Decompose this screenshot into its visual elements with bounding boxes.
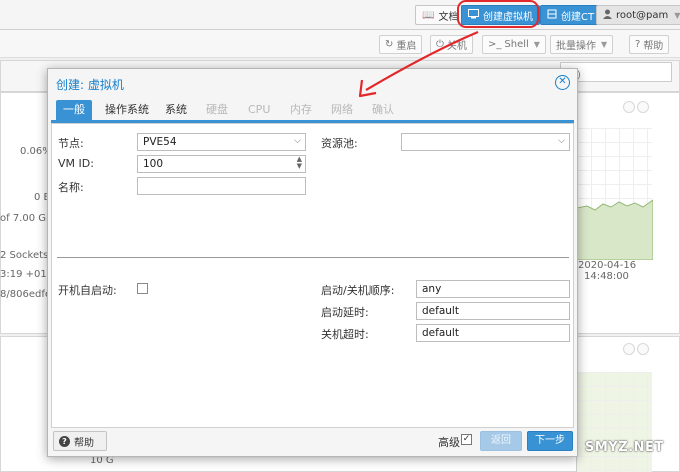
name-label: 名称: bbox=[58, 181, 84, 194]
cpu-chart-area bbox=[576, 199, 654, 261]
chart-time-text: 14:48:00 bbox=[584, 271, 629, 282]
back-button[interactable]: 返回 bbox=[480, 431, 522, 451]
boot-order-value: any bbox=[422, 283, 442, 295]
user-icon bbox=[603, 9, 612, 22]
help-icon: ? bbox=[635, 39, 641, 50]
shell-button[interactable]: >_ Shell ▼ bbox=[482, 35, 546, 54]
name-input[interactable] bbox=[137, 177, 306, 195]
section-divider bbox=[57, 257, 569, 258]
vmid-label: VM ID: bbox=[58, 157, 94, 170]
shutdown-label: 关机 bbox=[446, 41, 467, 52]
vmid-value: 100 bbox=[143, 158, 164, 170]
tab-disk: 硬盘 bbox=[206, 103, 228, 116]
chevron-down-icon: ⌵ bbox=[558, 136, 565, 146]
startup-delay-input[interactable]: default bbox=[416, 302, 570, 320]
node-toolbar: ↻ 重启 ⏻ 关机 >_ Shell ▼ 批量操作 ▼ ? 帮助 bbox=[0, 30, 680, 58]
memory-chart-grid bbox=[576, 372, 652, 472]
autostart-checkbox[interactable] bbox=[137, 283, 148, 294]
general-form: 节点: PVE54 ⌵ VM ID: 100 ▲ ▼ 名称: 资源池: ⌵ 开机自… bbox=[51, 123, 574, 428]
terminal-icon: >_ bbox=[488, 39, 502, 50]
advanced-label: 高级 bbox=[438, 436, 460, 449]
autostart-label: 开机自启动: bbox=[58, 284, 117, 297]
dialog-tabs: 一般 操作系统 系统 硬盘 CPU 内存 网络 确认 bbox=[48, 97, 577, 121]
tab-general[interactable]: 一般 bbox=[56, 100, 92, 120]
shutdown-timeout-input[interactable]: default bbox=[416, 324, 570, 342]
spinner-icon[interactable]: ▲ ▼ bbox=[297, 156, 302, 170]
startup-delay-value: default bbox=[422, 305, 459, 317]
dialog-help-button[interactable]: ? 帮助 bbox=[53, 431, 107, 451]
book-icon: 📖 bbox=[422, 9, 435, 21]
pool-label: 资源池: bbox=[321, 137, 358, 150]
bulk-actions-button[interactable]: 批量操作 ▼ bbox=[550, 35, 614, 54]
shutdown-button[interactable]: ⏻ 关机 bbox=[430, 35, 473, 54]
pool-select[interactable]: ⌵ bbox=[401, 133, 570, 151]
chevron-down-icon: ▼ bbox=[674, 10, 680, 20]
bulk-label: 批量操作 bbox=[556, 41, 596, 52]
create-vm-dialog: 创建: 虚拟机 ✕ 一般 操作系统 系统 硬盘 CPU 内存 网络 确认 节点:… bbox=[47, 68, 578, 457]
tab-confirm: 确认 bbox=[372, 103, 394, 116]
dialog-help-label: 帮助 bbox=[74, 437, 94, 449]
chart-date-text: 2020-04-16 bbox=[578, 260, 637, 271]
restart-button[interactable]: ↻ 重启 bbox=[379, 35, 423, 54]
close-icon[interactable]: ✕ bbox=[555, 75, 570, 90]
power-icon: ⏻ bbox=[436, 39, 444, 50]
chart-zoom-icon[interactable] bbox=[623, 101, 635, 113]
docs-label: 文档 bbox=[438, 11, 459, 23]
node-select[interactable]: PVE54 ⌵ bbox=[137, 133, 306, 151]
cube-icon bbox=[547, 9, 557, 22]
help-label: 帮助 bbox=[643, 41, 664, 52]
chart-undo-icon[interactable] bbox=[637, 101, 649, 113]
cpu-chart-grid bbox=[576, 128, 654, 261]
tab-memory: 内存 bbox=[290, 103, 312, 116]
user-label: root@pam bbox=[616, 9, 669, 21]
create-ct-button[interactable]: 创建CT bbox=[540, 5, 602, 25]
boot-order-input[interactable]: any bbox=[416, 280, 570, 298]
top-header: 📖 文档 创建虚拟机 创建CT root@pam ▼ bbox=[0, 0, 680, 30]
chevron-down-icon: ▼ bbox=[533, 40, 540, 49]
chart-undo-icon[interactable] bbox=[637, 343, 649, 355]
next-button[interactable]: 下一步 bbox=[527, 431, 573, 451]
shell-label: Shell bbox=[504, 39, 529, 50]
startup-delay-label: 启动延时: bbox=[321, 306, 369, 319]
watermark-text: SMYZ.NET bbox=[585, 440, 664, 455]
tab-network: 网络 bbox=[331, 103, 353, 116]
shutdown-timeout-label: 关机超时: bbox=[321, 328, 369, 341]
chart-zoom-icon[interactable] bbox=[623, 343, 635, 355]
chevron-down-icon: ▼ bbox=[601, 40, 608, 49]
vmid-spinner[interactable]: 100 ▲ ▼ bbox=[137, 155, 306, 173]
dialog-title: 创建: 虚拟机 bbox=[56, 78, 124, 92]
restart-icon: ↻ bbox=[385, 39, 394, 50]
boot-order-label: 启动/关机顺序: bbox=[321, 284, 395, 297]
node-label: 节点: bbox=[58, 137, 84, 150]
tab-system[interactable]: 系统 bbox=[160, 100, 192, 120]
restart-label: 重启 bbox=[396, 41, 417, 52]
tab-cpu: CPU bbox=[248, 103, 271, 116]
node-value: PVE54 bbox=[143, 136, 177, 148]
help-icon: ? bbox=[59, 435, 70, 447]
dialog-header: 创建: 虚拟机 ✕ bbox=[48, 69, 577, 97]
user-menu-button[interactable]: root@pam ▼ bbox=[596, 5, 680, 25]
shutdown-timeout-value: default bbox=[422, 327, 459, 339]
advanced-checkbox[interactable]: ✓ bbox=[461, 434, 472, 445]
dialog-footer: ? 帮助 高级 ✓ 返回 下一步 bbox=[48, 428, 577, 458]
annotation-circle bbox=[457, 0, 539, 28]
tab-os[interactable]: 操作系统 bbox=[100, 100, 154, 120]
sockets-text: 2 Sockets bbox=[0, 250, 49, 261]
create-ct-label: 创建CT bbox=[561, 11, 595, 23]
chevron-down-icon: ⌵ bbox=[294, 136, 301, 146]
help-button[interactable]: ? 帮助 bbox=[629, 35, 670, 54]
